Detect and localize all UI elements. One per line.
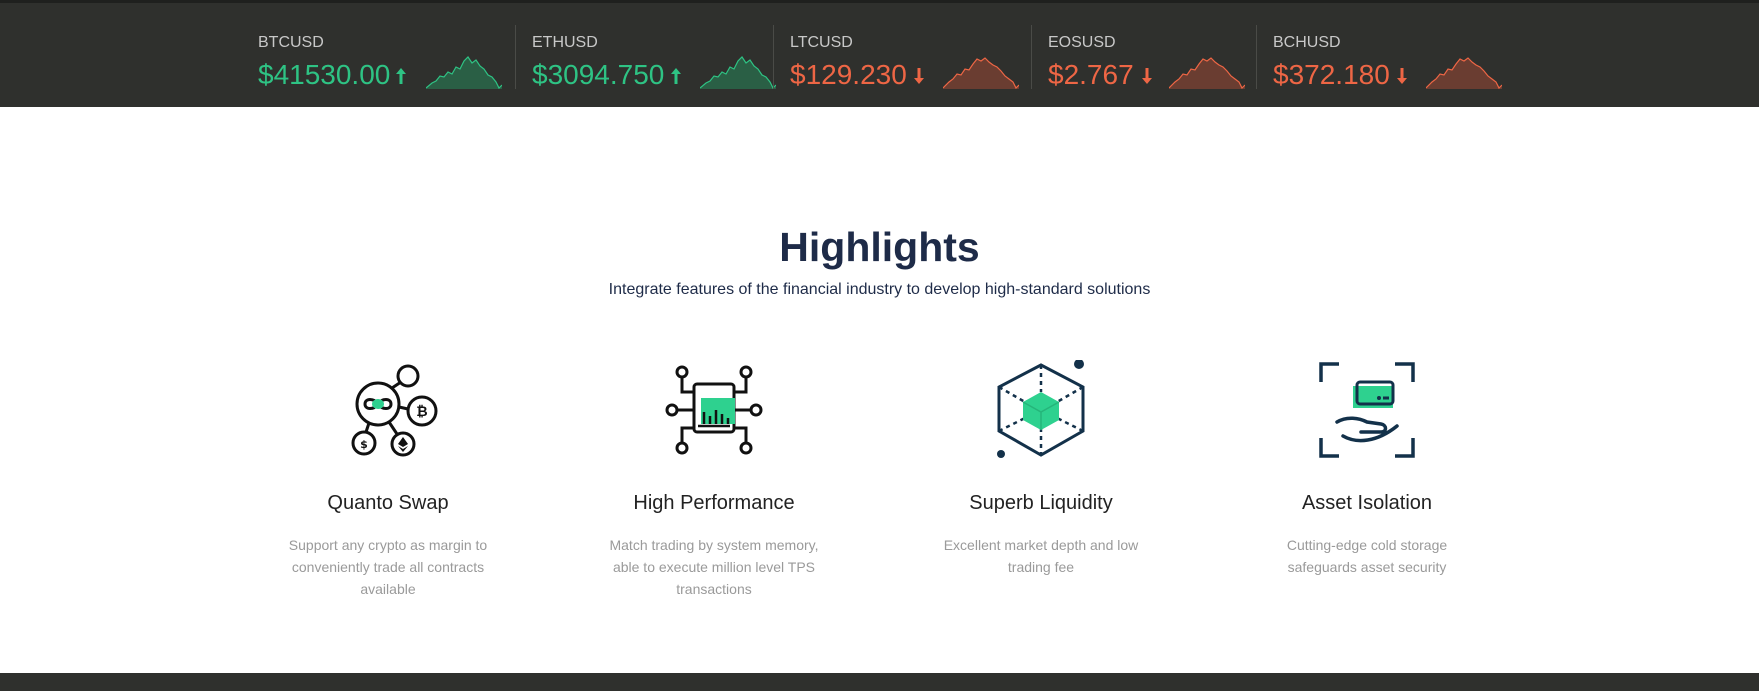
svg-text:₿: ₿ — [416, 404, 427, 420]
ticker-symbol: ETHUSD — [532, 34, 598, 51]
feature-title: High Performance — [633, 492, 795, 514]
section-title: Highlights — [779, 224, 980, 270]
sparkline-chart-icon — [1169, 57, 1245, 89]
ticker-divider — [515, 25, 516, 89]
sparkline-chart-icon — [700, 56, 776, 89]
arrow-down-icon — [1397, 68, 1407, 84]
cube-icon — [997, 360, 1085, 458]
ticker-divider — [773, 25, 774, 89]
ticker-price: $41530.00 — [258, 59, 391, 90]
sparkline-chart-icon — [1426, 57, 1502, 89]
ticker-symbol: BTCUSD — [258, 34, 324, 51]
feature-title: Asset Isolation — [1301, 492, 1433, 514]
ticker-price: $129.230 — [790, 59, 907, 90]
ticker-price: $2.767 — [1048, 59, 1134, 90]
arrow-down-icon — [914, 68, 924, 84]
network-icon: ₿ $ — [351, 364, 438, 457]
feature-description: Cutting-edge cold storage safeguards ass… — [1286, 537, 1448, 575]
chip-icon — [665, 365, 763, 455]
feature-superb-liquidity: Superb Liquidity Excellent market depth … — [931, 360, 1151, 578]
arrow-up-icon — [396, 68, 406, 84]
feature-description: Match trading by system memory, able to … — [609, 537, 819, 597]
arrow-up-icon — [671, 68, 681, 84]
feature-high-performance: High Performance Match trading by system… — [604, 360, 824, 600]
arrow-down-icon — [1142, 68, 1152, 84]
hand-card-icon — [1319, 362, 1415, 458]
ticker-symbol: BCHUSD — [1273, 34, 1341, 51]
section-subtitle: Integrate features of the financial indu… — [608, 281, 1151, 298]
feature-title: Superb Liquidity — [969, 492, 1113, 514]
ticker-price: $3094.750 — [532, 59, 665, 90]
svg-text:$: $ — [360, 438, 368, 451]
footer-bar — [0, 673, 1759, 691]
sparkline-chart-icon — [943, 57, 1019, 89]
feature-quanto-swap: ₿ $ Quanto Swap Support any crypto as ma… — [278, 360, 498, 600]
price-ticker-bar: BTCUSD $41530.00 ETHUSD $3094.750 LTCUSD… — [0, 0, 1759, 107]
feature-title: Quanto Swap — [327, 492, 449, 514]
ticker-price: $372.180 — [1273, 59, 1390, 90]
feature-description: Support any crypto as margin to convenie… — [288, 537, 488, 597]
ticker-divider — [1256, 25, 1257, 89]
sparkline-chart-icon — [426, 56, 502, 89]
ticker-divider — [1031, 25, 1032, 89]
ticker-symbol: EOSUSD — [1048, 34, 1116, 51]
feature-asset-isolation: Asset Isolation Cutting-edge cold storag… — [1257, 360, 1477, 578]
feature-description: Excellent market depth and low trading f… — [943, 537, 1139, 575]
ticker-symbol: LTCUSD — [790, 34, 853, 51]
